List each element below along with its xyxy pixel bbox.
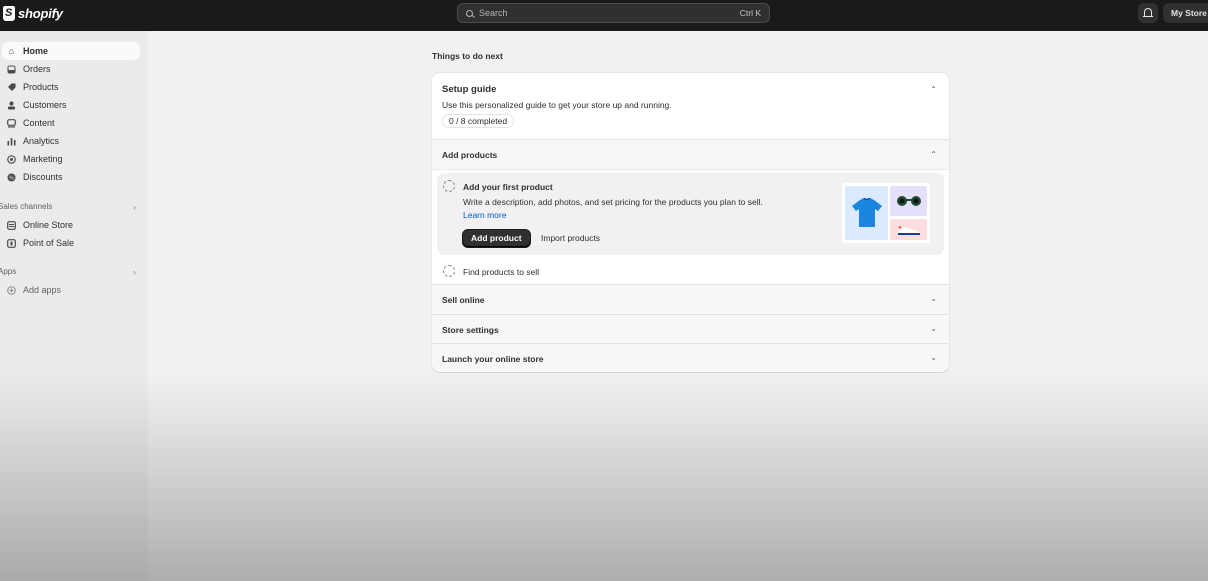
sidebar-item-marketing[interactable]: Marketing <box>2 150 140 168</box>
person-icon <box>7 101 16 110</box>
sidebar-item-point-of-sale[interactable]: Point of Sale <box>2 234 140 252</box>
chevron-right-icon: › <box>133 267 136 277</box>
add-product-button[interactable]: Add product <box>463 230 530 247</box>
sidebar-item-orders[interactable]: Orders <box>2 60 140 78</box>
sidebar-item-label: Customers <box>23 100 67 110</box>
store-icon <box>7 220 16 230</box>
incomplete-circle-icon[interactable] <box>443 180 455 192</box>
apps-header[interactable]: Apps › <box>0 267 136 277</box>
shopify-bag-icon <box>3 6 15 21</box>
section-store-settings[interactable]: Store settings ⌄ <box>432 314 949 343</box>
sidebar-item-content[interactable]: Content <box>2 114 140 132</box>
tshirt-image <box>845 186 888 240</box>
task-description: Write a description, add photos, and set… <box>463 196 783 222</box>
learn-more-link[interactable]: Learn more <box>463 210 506 220</box>
task-title: Add your first product <box>463 182 553 192</box>
sidebar-item-analytics[interactable]: Analytics <box>2 132 140 150</box>
sidebar-item-label: Add apps <box>23 285 62 295</box>
setup-guide-title: Setup guide <box>442 84 497 95</box>
sidebar-item-label: Content <box>23 118 55 128</box>
sidebar-item-add-apps[interactable]: Add apps <box>2 281 140 299</box>
sidebar-item-label: Analytics <box>23 136 60 146</box>
section-label: Launch your online store <box>442 354 544 364</box>
sidebar-item-label: Orders <box>23 64 51 74</box>
store-menu-button[interactable]: My Store <box>1163 3 1208 23</box>
chevron-down-icon[interactable]: ⌄ <box>930 294 937 303</box>
section-label: Add products <box>442 150 498 160</box>
sidebar-item-label: Online Store <box>23 220 74 230</box>
sidebar-item-online-store[interactable]: Online Store <box>2 216 140 234</box>
search-shortcut: Ctrl K <box>739 8 761 18</box>
setup-guide-description: Use this personalized guide to get your … <box>442 100 672 110</box>
section-add-products[interactable]: Add products ⌃ <box>432 139 949 169</box>
search-placeholder: Search <box>479 8 508 18</box>
task-add-first-product: Add your first product Write a descripti… <box>437 173 944 255</box>
import-products-button[interactable]: Import products <box>541 230 600 247</box>
section-sell-online[interactable]: Sell online ⌄ <box>432 284 949 314</box>
sidebar: ⌂ Home Orders Products Customers Content… <box>0 31 148 581</box>
chevron-up-icon[interactable]: ⌃ <box>930 85 937 94</box>
image-icon <box>7 118 16 128</box>
sidebar-item-label: Point of Sale <box>23 238 75 248</box>
chevron-down-icon[interactable]: ⌄ <box>930 324 937 333</box>
notifications-button[interactable] <box>1138 3 1158 23</box>
sidebar-item-discounts[interactable]: % Discounts <box>2 168 140 186</box>
plus-circle-icon <box>7 285 16 295</box>
search-input[interactable]: Search Ctrl K <box>457 3 770 23</box>
bar-chart-icon <box>7 137 16 146</box>
target-icon <box>7 154 16 164</box>
sales-channels-title: Sales channels <box>0 202 53 211</box>
section-launch-online-store[interactable]: Launch your online store ⌄ <box>432 343 949 372</box>
video-vignette-overlay <box>0 372 1208 581</box>
home-icon: ⌂ <box>8 46 15 56</box>
section-label: Sell online <box>442 295 485 305</box>
sidebar-item-label: Products <box>23 82 59 92</box>
logo-text: shopify <box>18 6 63 21</box>
incomplete-circle-icon[interactable] <box>443 265 455 277</box>
sidebar-item-label: Discounts <box>23 172 63 182</box>
chevron-right-icon: › <box>133 202 136 212</box>
section-label: Store settings <box>442 325 499 335</box>
task-description-text: Write a description, add photos, and set… <box>463 197 763 207</box>
apps-title: Apps <box>0 267 17 276</box>
setup-guide-card: Setup guide ⌃ Use this personalized guid… <box>432 73 949 372</box>
inbox-icon <box>7 65 16 74</box>
sidebar-item-customers[interactable]: Customers <box>2 96 140 114</box>
sales-channels-header[interactable]: Sales channels › <box>0 202 136 212</box>
shopify-logo[interactable]: shopify <box>3 6 63 21</box>
page-title: Things to do next <box>432 51 503 61</box>
sidebar-item-products[interactable]: Products <box>2 78 140 96</box>
sneaker-image <box>890 219 927 240</box>
bell-icon <box>1143 8 1153 17</box>
sidebar-item-label: Home <box>23 46 49 56</box>
chevron-down-icon[interactable]: ⌄ <box>930 353 937 362</box>
sidebar-item-home[interactable]: ⌂ Home <box>2 42 140 60</box>
tag-icon <box>7 83 16 92</box>
svg-text:%: % <box>9 175 14 181</box>
pos-icon <box>7 238 16 248</box>
task-find-products[interactable]: Find products to sell <box>432 257 949 284</box>
task-title: Find products to sell <box>463 267 540 277</box>
products-illustration <box>842 183 930 243</box>
discount-icon: % <box>7 173 16 182</box>
search-icon <box>466 9 473 17</box>
progress-badge: 0 / 8 completed <box>442 114 515 128</box>
top-bar: shopify Search Ctrl K My Store <box>0 0 1208 31</box>
sunglasses-image <box>890 186 927 216</box>
sidebar-item-label: Marketing <box>23 154 63 164</box>
chevron-up-icon[interactable]: ⌃ <box>930 150 937 159</box>
